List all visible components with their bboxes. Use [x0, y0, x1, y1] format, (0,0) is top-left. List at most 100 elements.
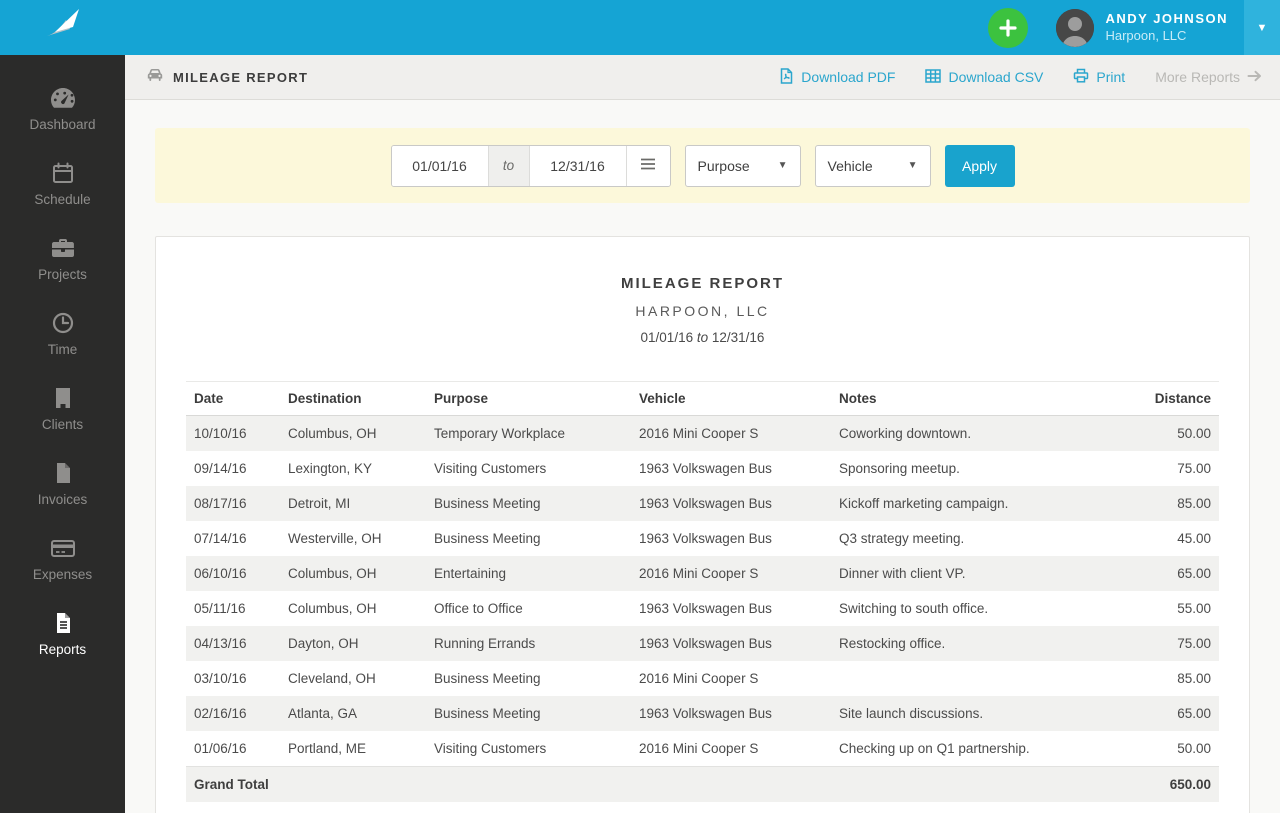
more-reports-link[interactable]: More Reports [1155, 69, 1262, 85]
vehicle-select[interactable]: Vehicle ▼ [814, 144, 931, 187]
date-to-input[interactable] [529, 145, 626, 186]
report-date-range: 01/01/16 to 12/31/16 [186, 330, 1219, 345]
cell-purpose: Temporary Workplace [434, 426, 566, 441]
cell-notes: Coworking downtown. [839, 426, 972, 441]
cell-vehicle: 1963 Volkswagen Bus [639, 496, 772, 511]
apply-button[interactable]: Apply [944, 144, 1015, 187]
date-from-input[interactable] [391, 145, 488, 186]
app-logo[interactable] [0, 0, 125, 55]
table-row: 06/10/16 Columbus, OH Entertaining 2016 … [186, 556, 1219, 591]
printer-icon [1073, 68, 1089, 86]
content-area: to Purpose ▼ Vehicle ▼ Apply MILEAGE REP… [125, 100, 1280, 813]
plus-icon [999, 18, 1018, 37]
cell-date: 03/10/16 [194, 671, 247, 686]
sidebar-item-reports[interactable]: Reports [0, 596, 125, 671]
cell-notes: Sponsoring meetup. [839, 461, 960, 476]
add-new-button[interactable] [988, 7, 1029, 48]
sidebar-item-time[interactable]: Time [0, 296, 125, 371]
sidebar-label: Schedule [34, 191, 91, 207]
cell-purpose: Running Errands [434, 636, 536, 651]
cell-vehicle: 1963 Volkswagen Bus [639, 601, 772, 616]
cell-destination: Dayton, OH [288, 636, 359, 651]
table-row: 04/13/16 Dayton, OH Running Errands 1963… [186, 626, 1219, 661]
user-meta: ANDY JOHNSON Harpoon, LLC [1105, 11, 1228, 44]
cell-destination: Cleveland, OH [288, 671, 376, 686]
sidebar-label: Expenses [32, 566, 93, 582]
header-row: Date Destination Purpose Vehicle Notes D… [186, 381, 1219, 416]
calendar-icon [51, 161, 75, 185]
cell-date: 01/06/16 [194, 741, 247, 756]
account-dropdown-toggle[interactable]: ▼ [1244, 0, 1280, 55]
cell-vehicle: 1963 Volkswagen Bus [639, 706, 772, 721]
date-presets-button[interactable] [625, 145, 670, 186]
report-card: MILEAGE REPORT HARPOON, LLC 01/01/16 to … [155, 236, 1250, 813]
cell-distance: 45.00 [1177, 531, 1211, 546]
sidebar-item-expenses[interactable]: Expenses [0, 521, 125, 596]
hamburger-icon [640, 157, 656, 175]
report-title: MILEAGE REPORT [620, 275, 784, 292]
cell-vehicle: 2016 Mini Cooper S [639, 671, 759, 686]
sidebar-label: Projects [38, 266, 87, 282]
main-area: MILEAGE REPORT Download PDF Download CSV… [125, 55, 1280, 813]
cell-vehicle: 1963 Volkswagen Bus [639, 461, 772, 476]
cell-destination: Portland, ME [288, 741, 367, 756]
building-icon [51, 386, 75, 410]
download-csv-link[interactable]: Download CSV [925, 68, 1043, 86]
cell-purpose: Business Meeting [434, 531, 541, 546]
cell-vehicle: 1963 Volkswagen Bus [639, 636, 772, 651]
user-menu[interactable]: ANDY JOHNSON Harpoon, LLC [1056, 8, 1228, 47]
table-row: 09/14/16 Lexington, KY Visiting Customer… [186, 451, 1219, 486]
cell-purpose: Business Meeting [434, 496, 541, 511]
chevron-down-icon: ▼ [777, 160, 788, 171]
sidebar-item-invoices[interactable]: Invoices [0, 446, 125, 521]
cell-notes: Restocking office. [839, 636, 946, 651]
harpoon-logo-icon [41, 5, 85, 50]
cell-date: 02/16/16 [194, 706, 247, 721]
print-link[interactable]: Print [1073, 68, 1125, 86]
table-foot: Grand Total 650.00 [186, 766, 1219, 802]
cell-notes: Site launch discussions. [839, 706, 984, 721]
chevron-down-icon: ▼ [1256, 21, 1268, 34]
cell-date: 10/10/16 [194, 426, 247, 441]
cell-notes: Q3 strategy meeting. [839, 531, 965, 546]
cell-date: 05/11/16 [194, 601, 246, 616]
sidebar-label: Time [47, 341, 78, 357]
mileage-table: Date Destination Purpose Vehicle Notes D… [186, 381, 1219, 802]
sidebar-item-projects[interactable]: Projects [0, 221, 125, 296]
table-row: 10/10/16 Columbus, OH Temporary Workplac… [186, 415, 1219, 451]
cell-destination: Columbus, OH [288, 426, 377, 441]
cell-destination: Westerville, OH [288, 531, 382, 546]
sidebar-item-dashboard[interactable]: Dashboard [0, 71, 125, 146]
range-word: to [696, 330, 709, 345]
table-grid-icon [925, 68, 942, 86]
cell-date: 08/17/16 [194, 496, 247, 511]
file-icon [51, 461, 75, 485]
cell-notes [831, 661, 1109, 696]
print-label: Print [1096, 69, 1126, 85]
grand-total-row: Grand Total 650.00 [186, 766, 1219, 802]
cell-distance: 75.00 [1177, 461, 1211, 476]
cell-distance: 65.00 [1177, 706, 1211, 721]
table-row: 02/16/16 Atlanta, GA Business Meeting 19… [186, 696, 1219, 731]
table-row: 08/17/16 Detroit, MI Business Meeting 19… [186, 486, 1219, 521]
cell-notes: Checking up on Q1 partnership. [839, 741, 1030, 756]
avatar [1056, 8, 1095, 47]
purpose-select[interactable]: Purpose ▼ [684, 144, 801, 187]
cell-destination: Lexington, KY [288, 461, 373, 476]
col-header-vehicle: Vehicle [631, 381, 831, 416]
table-body: 10/10/16 Columbus, OH Temporary Workplac… [186, 415, 1219, 767]
sidebar-item-clients[interactable]: Clients [0, 371, 125, 446]
page-title-group: MILEAGE REPORT [146, 67, 308, 88]
sidebar-label: Invoices [37, 491, 88, 507]
date-range-group: to [390, 144, 671, 187]
sidebar-item-schedule[interactable]: Schedule [0, 146, 125, 221]
table-row: 03/10/16 Cleveland, OH Business Meeting … [186, 661, 1219, 696]
cell-vehicle: 2016 Mini Cooper S [639, 426, 759, 441]
cell-vehicle: 2016 Mini Cooper S [639, 741, 759, 756]
download-pdf-link[interactable]: Download PDF [779, 67, 895, 87]
table-row: 07/14/16 Westerville, OH Business Meetin… [186, 521, 1219, 556]
cell-distance: 50.00 [1177, 426, 1211, 441]
user-name: ANDY JOHNSON [1105, 11, 1228, 27]
car-icon [146, 67, 164, 88]
header-actions: Download PDF Download CSV Print More Rep… [779, 67, 1262, 87]
